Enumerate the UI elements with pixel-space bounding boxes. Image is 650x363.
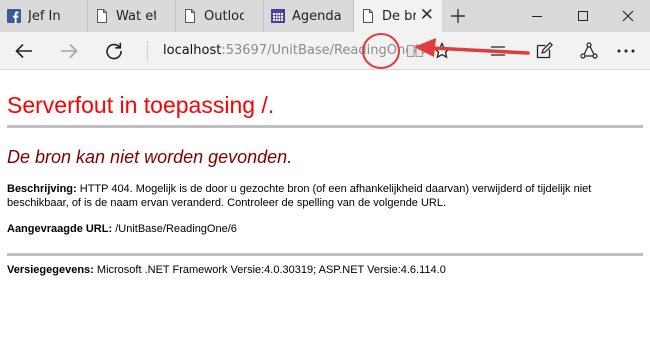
calendar-icon — [271, 9, 285, 23]
tab-agenda[interactable]: Agenda — [264, 0, 354, 32]
navigation-bar: localhost:53697/UnitBase/ReadingOne/6 — [0, 32, 650, 70]
description-label: Beschrijving: — [7, 183, 77, 195]
minimize-button[interactable] — [515, 0, 559, 32]
close-window-button[interactable] — [606, 0, 650, 32]
share-button[interactable] — [577, 39, 601, 63]
url-divider — [147, 41, 148, 61]
tab-title: Wat eten — [116, 9, 156, 24]
forward-arrow-icon — [61, 43, 78, 59]
forward-button[interactable] — [57, 39, 81, 63]
reading-view-icon — [407, 45, 423, 57]
divider — [7, 125, 643, 128]
back-arrow-icon — [15, 43, 32, 59]
maximize-icon — [578, 11, 588, 21]
tab-bar: Jef In Wat eten Outlook.c Agenda De br ✕ — [0, 0, 650, 32]
description: Beschrijving: HTTP 404. Mogelijk is de d… — [7, 182, 637, 210]
hub-icon — [491, 46, 505, 56]
reading-view-button[interactable] — [403, 39, 427, 63]
version-text: Microsoft .NET Framework Versie:4.0.3031… — [96, 264, 446, 276]
new-tab-button[interactable] — [436, 0, 480, 32]
page-title: Serverfout in toepassing /. — [7, 92, 275, 118]
description-text: HTTP 404. Mogelijk is de door u gezochte… — [7, 183, 592, 209]
tab-active-error-page[interactable]: De br ✕ — [354, 0, 442, 32]
more-icon — [617, 49, 635, 53]
tab-wat-eten[interactable]: Wat eten — [88, 0, 176, 32]
error-subtitle: De bron kan niet worden gevonden. — [7, 147, 293, 167]
close-tab-icon[interactable]: ✕ — [420, 6, 434, 24]
tab-outlook[interactable]: Outlook.c — [176, 0, 264, 32]
tab-title: Outlook.c — [204, 9, 244, 24]
address-field[interactable]: localhost:53697/UnitBase/ReadingOne/6 — [163, 43, 426, 58]
facebook-icon — [7, 9, 21, 23]
star-icon — [433, 42, 451, 59]
tab-title: De br — [382, 9, 416, 24]
minimize-icon — [532, 16, 542, 17]
share-icon — [580, 42, 598, 59]
page-icon — [185, 9, 195, 23]
url-path: :53697/UnitBase/ReadingOne/6 — [221, 43, 426, 58]
requested-url-value: /UnitBase/ReadingOne/6 — [115, 223, 237, 235]
requested-url-label: Aangevraagde URL: — [7, 223, 113, 235]
web-note-icon — [536, 42, 553, 59]
plus-icon — [451, 9, 465, 23]
version-label: Versiegegevens: — [7, 264, 94, 276]
url-host: localhost — [163, 43, 222, 58]
tab-title: Jef In — [28, 9, 61, 24]
web-note-button[interactable] — [532, 39, 556, 63]
page-icon — [363, 9, 373, 23]
favorites-button[interactable] — [430, 39, 454, 63]
hub-button[interactable] — [486, 39, 510, 63]
version-info: Versiegegevens: Microsoft .NET Framework… — [7, 263, 637, 277]
back-button[interactable] — [12, 39, 36, 63]
more-button[interactable] — [614, 39, 638, 63]
tab-facebook[interactable]: Jef In — [0, 0, 88, 32]
refresh-button[interactable] — [102, 39, 126, 63]
page-content: Serverfout in toepassing /. De bron kan … — [0, 70, 650, 363]
tab-title: Agenda — [292, 9, 342, 24]
requested-url: Aangevraagde URL: /UnitBase/ReadingOne/6 — [7, 222, 637, 236]
divider — [7, 253, 643, 256]
page-icon — [97, 9, 107, 23]
maximize-button[interactable] — [561, 0, 605, 32]
refresh-icon — [106, 42, 122, 60]
close-icon — [622, 10, 634, 22]
